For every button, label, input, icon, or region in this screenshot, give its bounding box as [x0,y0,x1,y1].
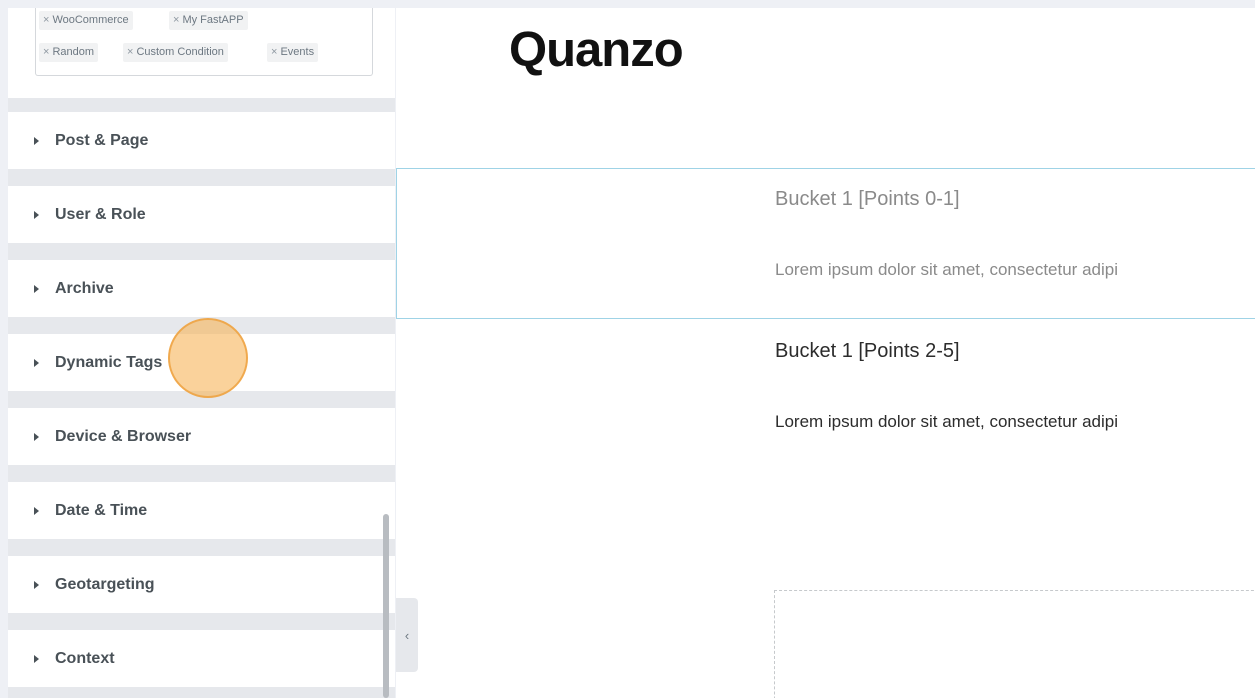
panel-scrollbar[interactable] [383,514,389,698]
caret-right-icon [34,136,39,145]
page-preview: Quanzo Bucket 1 [Points 0-1] Lorem ipsum… [396,8,1255,698]
caret-right-icon [34,358,39,367]
section-label: Geotargeting [55,575,155,593]
bucket-text: Lorem ipsum dolor sit amet, consectetur … [775,412,1118,431]
chevron-left-icon: ‹ [404,627,410,643]
tags-block: × WooCommerce × My FastAPP × Random × Custom… [8,8,395,98]
bucket-title: Bucket 1 [Points 0-1] [775,188,960,210]
section-dynamic-tags[interactable]: Dynamic Tags [8,334,395,391]
remove-tag-icon[interactable]: × [43,46,49,58]
section-label: Dynamic Tags [55,353,163,371]
selected-conditions-box[interactable]: × WooCommerce × My FastAPP × Random × Custom… [35,8,373,76]
caret-right-icon [34,210,39,219]
section-label: Context [55,649,115,667]
section-label: Archive [55,279,114,297]
remove-tag-icon[interactable]: × [127,46,133,58]
section-label: Post & Page [55,131,149,149]
section-post-page[interactable]: Post & Page [8,112,395,169]
tag-events[interactable]: × Events [267,43,319,62]
caret-right-icon [34,654,39,663]
section-label: User & Role [55,205,146,223]
tag-custom-condition[interactable]: × Custom Condition [123,43,228,62]
remove-tag-icon[interactable]: × [43,14,49,26]
caret-right-icon [34,284,39,293]
section-archive[interactable]: Archive [8,260,395,317]
section-geotargeting[interactable]: Geotargeting [8,556,395,613]
collapse-panel-button[interactable]: ‹ [396,598,418,672]
caret-right-icon [34,580,39,589]
caret-right-icon [34,432,39,441]
section-date-time[interactable]: Date & Time [8,482,395,539]
section-context[interactable]: Context [8,630,395,687]
empty-drop-area[interactable] [774,590,1255,698]
tag-random[interactable]: × Random [39,43,99,62]
bucket-text: Lorem ipsum dolor sit amet, consectetur … [775,260,1118,279]
section-label: Date & Time [55,501,148,519]
site-logo[interactable]: Quanzo [509,22,684,78]
tag-woocommerce[interactable]: × WooCommerce [39,11,133,30]
section-label: Device & Browser [55,427,192,445]
remove-tag-icon[interactable]: × [271,46,277,58]
section-device-browser[interactable]: Device & Browser [8,408,395,465]
section-user-role[interactable]: User & Role [8,186,395,243]
bucket-title: Bucket 1 [Points 2-5] [775,340,960,362]
tag-my-fastapp[interactable]: × My FastAPP [169,11,248,30]
remove-tag-icon[interactable]: × [173,14,179,26]
conditions-panel: × WooCommerce × My FastAPP × Random × Custom… [8,8,395,698]
caret-right-icon [34,506,39,515]
